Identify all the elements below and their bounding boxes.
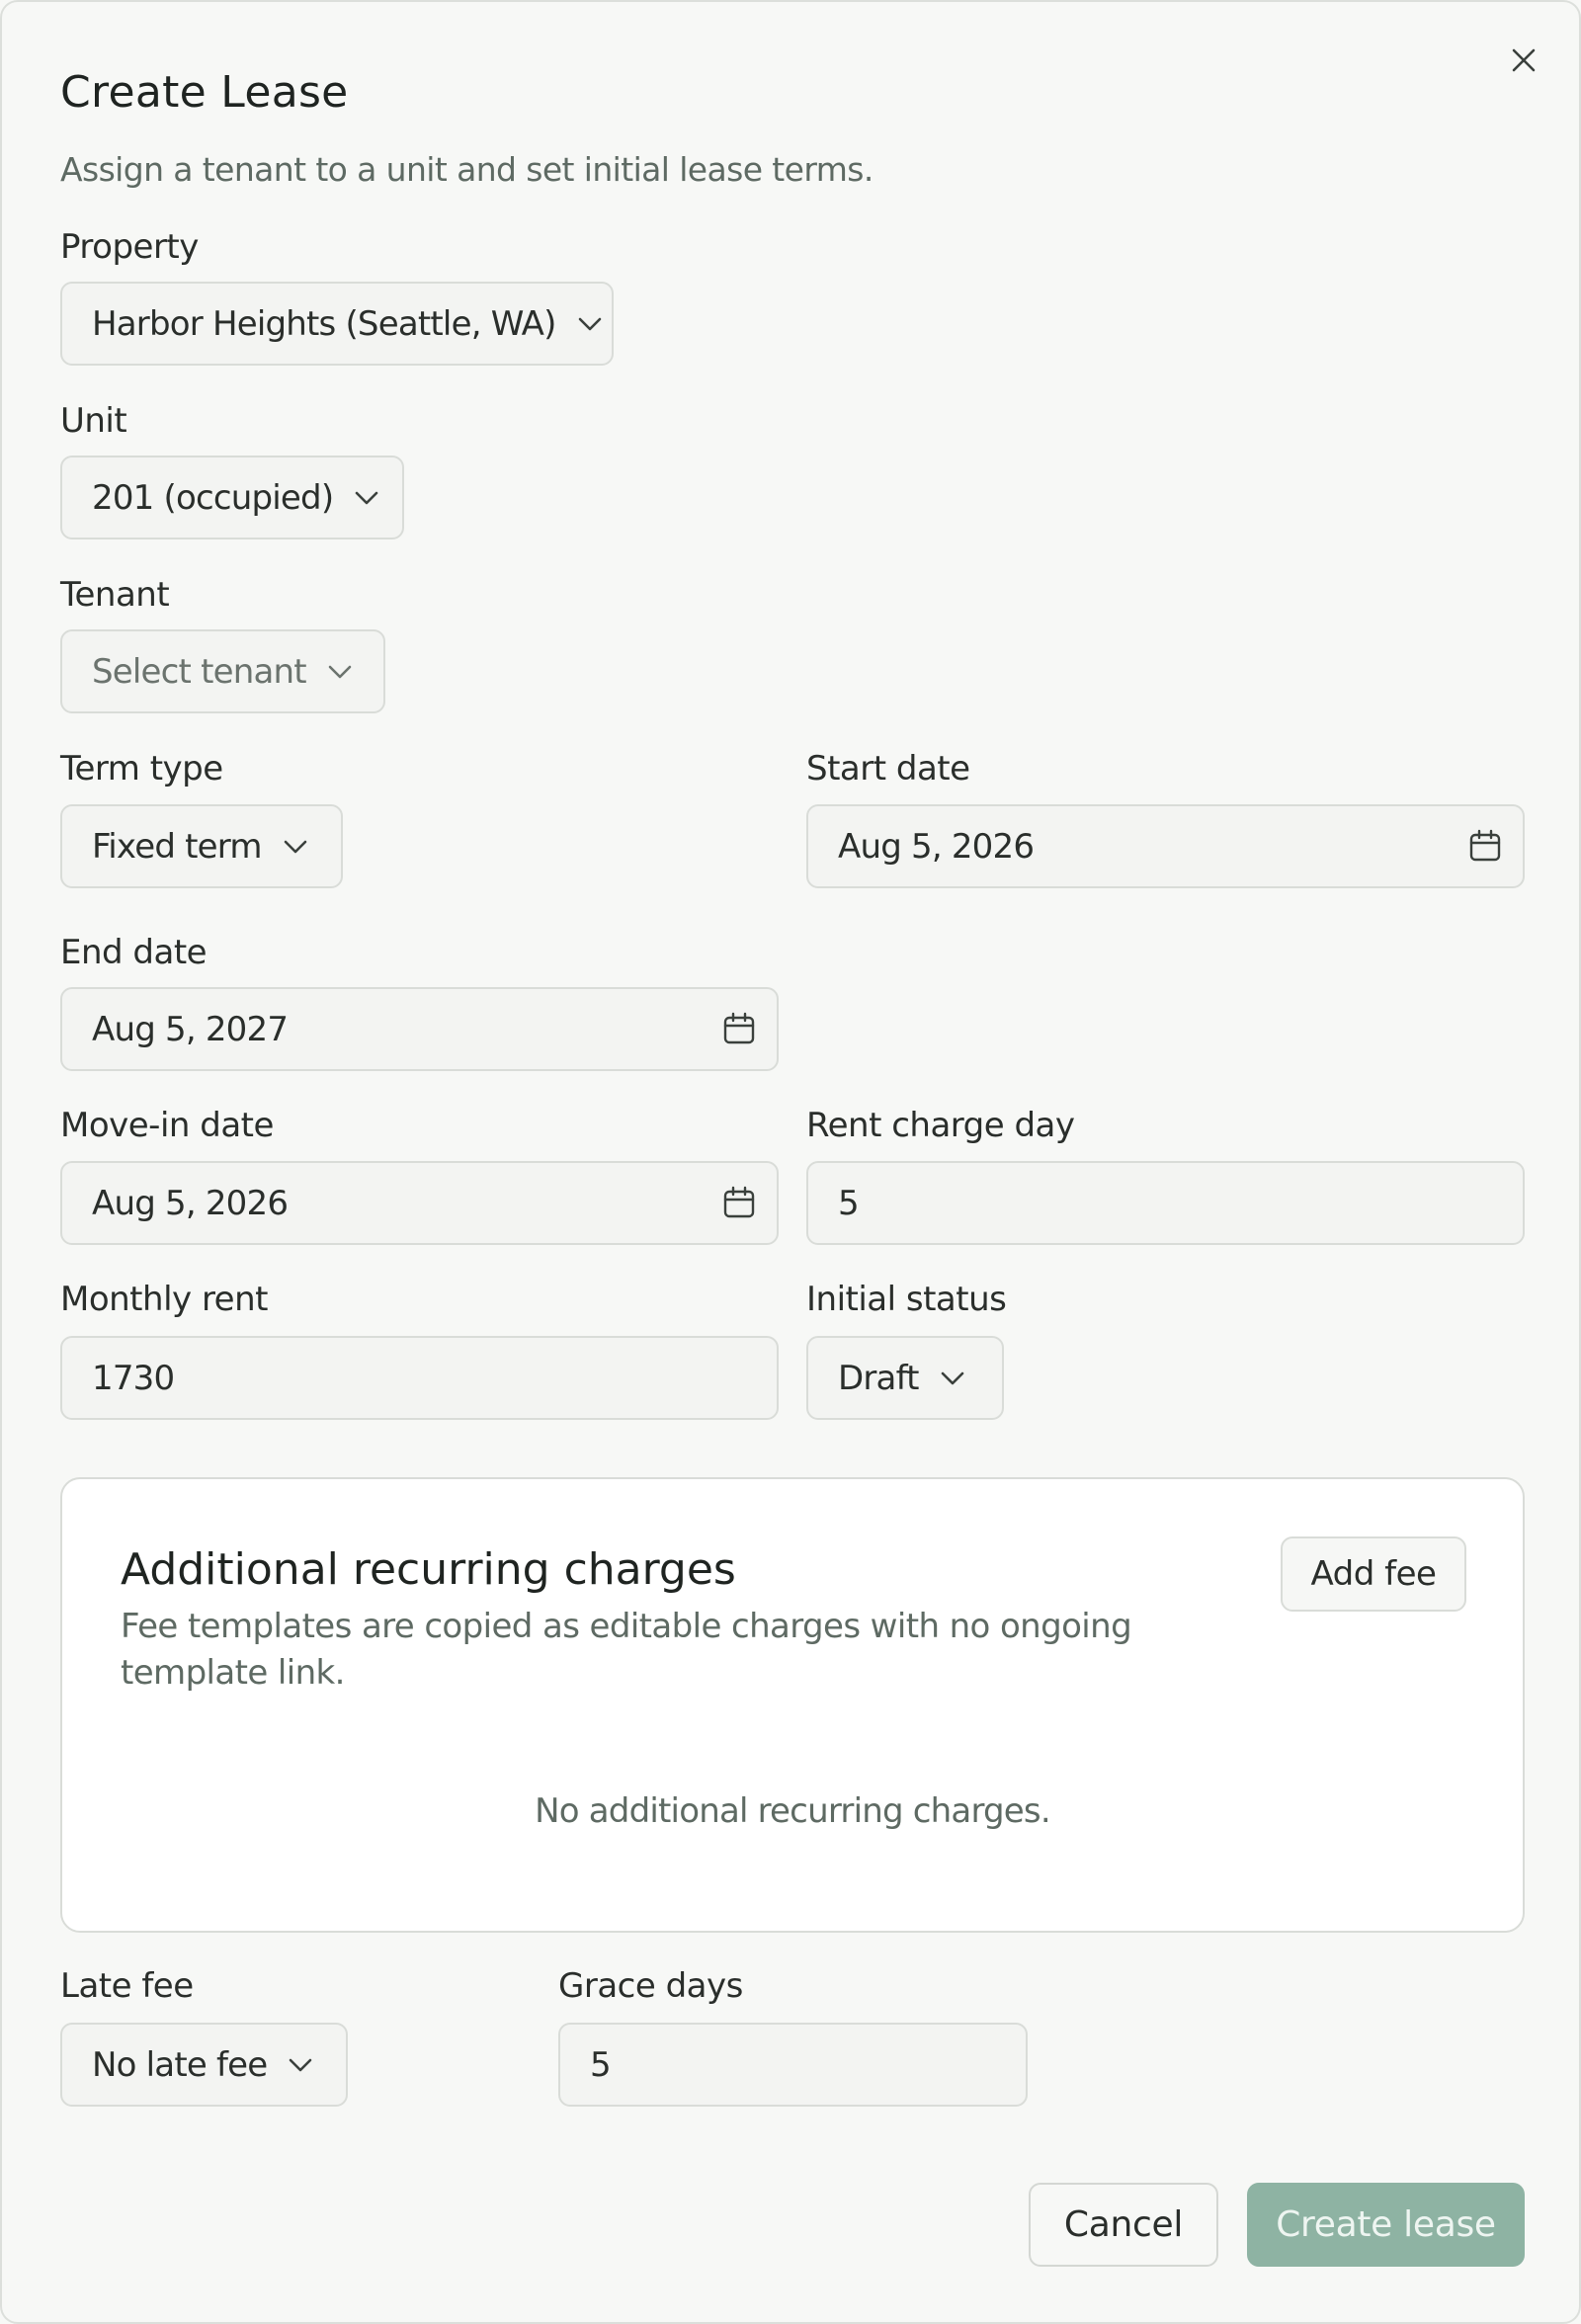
close-button[interactable] bbox=[1505, 42, 1542, 79]
chevron-down-icon bbox=[578, 317, 602, 331]
tenant-select[interactable]: Select tenant bbox=[60, 629, 385, 713]
close-icon bbox=[1512, 48, 1536, 72]
chevron-down-icon bbox=[941, 1371, 964, 1385]
end-date-value: Aug 5, 2027 bbox=[92, 1009, 289, 1049]
chevron-down-icon bbox=[355, 491, 378, 505]
term-type-select[interactable]: Fixed term bbox=[60, 804, 343, 888]
term-type-value: Fixed term bbox=[92, 826, 262, 867]
chevron-down-icon bbox=[328, 665, 352, 679]
recurring-charges-card: Additional recurring charges Fee templat… bbox=[60, 1477, 1525, 1933]
move-in-date-label: Move-in date bbox=[60, 1106, 274, 1145]
grace-days-value: 5 bbox=[590, 2044, 612, 2085]
grace-days-input[interactable]: 5 bbox=[558, 2023, 1028, 2107]
start-date-label: Start date bbox=[806, 749, 970, 788]
recurring-charges-description: Fee templates are copied as editable cha… bbox=[121, 1607, 1132, 1693]
tenant-label: Tenant bbox=[60, 575, 170, 615]
start-date-input[interactable]: Aug 5, 2026 bbox=[806, 804, 1525, 888]
recurring-charges-title: Additional recurring charges bbox=[121, 1544, 736, 1595]
dialog-title: Create Lease bbox=[60, 67, 349, 118]
monthly-rent-input[interactable]: 1730 bbox=[60, 1336, 779, 1420]
start-date-value: Aug 5, 2026 bbox=[838, 826, 1035, 867]
calendar-icon[interactable] bbox=[1465, 826, 1505, 866]
end-date-label: End date bbox=[60, 933, 208, 972]
late-fee-value: No late fee bbox=[92, 2044, 268, 2085]
unit-value: 201 (occupied) bbox=[92, 477, 334, 518]
rent-charge-day-value: 5 bbox=[838, 1183, 860, 1223]
dialog-subtitle: Assign a tenant to a unit and set initia… bbox=[60, 150, 874, 189]
cancel-button[interactable]: Cancel bbox=[1029, 2183, 1218, 2267]
chevron-down-icon bbox=[284, 840, 307, 854]
chevron-down-icon bbox=[289, 2058, 312, 2072]
late-fee-select[interactable]: No late fee bbox=[60, 2023, 348, 2107]
move-in-date-value: Aug 5, 2026 bbox=[92, 1183, 289, 1223]
tenant-placeholder: Select tenant bbox=[92, 651, 307, 692]
property-value: Harbor Heights (Seattle, WA) bbox=[92, 303, 556, 344]
monthly-rent-value: 1730 bbox=[92, 1358, 175, 1398]
initial-status-label: Initial status bbox=[806, 1280, 1007, 1319]
recurring-charges-empty-state: No additional recurring charges. bbox=[535, 1791, 1051, 1831]
monthly-rent-label: Monthly rent bbox=[60, 1280, 268, 1319]
initial-status-select[interactable]: Draft bbox=[806, 1336, 1004, 1420]
late-fee-label: Late fee bbox=[60, 1966, 194, 2006]
create-lease-button[interactable]: Create lease bbox=[1247, 2183, 1525, 2267]
create-lease-dialog: Create Lease Assign a tenant to a unit a… bbox=[0, 0, 1581, 2324]
move-in-date-input[interactable]: Aug 5, 2026 bbox=[60, 1161, 779, 1245]
add-fee-button[interactable]: Add fee bbox=[1281, 1536, 1466, 1612]
unit-label: Unit bbox=[60, 401, 127, 441]
unit-select[interactable]: 201 (occupied) bbox=[60, 456, 404, 540]
grace-days-label: Grace days bbox=[558, 1966, 743, 2006]
end-date-input[interactable]: Aug 5, 2027 bbox=[60, 987, 779, 1071]
calendar-icon[interactable] bbox=[719, 1183, 759, 1222]
property-select[interactable]: Harbor Heights (Seattle, WA) bbox=[60, 282, 614, 366]
initial-status-value: Draft bbox=[838, 1358, 920, 1398]
calendar-icon[interactable] bbox=[719, 1009, 759, 1048]
rent-charge-day-label: Rent charge day bbox=[806, 1106, 1075, 1145]
property-label: Property bbox=[60, 227, 199, 267]
rent-charge-day-input[interactable]: 5 bbox=[806, 1161, 1525, 1245]
term-type-label: Term type bbox=[60, 749, 223, 788]
